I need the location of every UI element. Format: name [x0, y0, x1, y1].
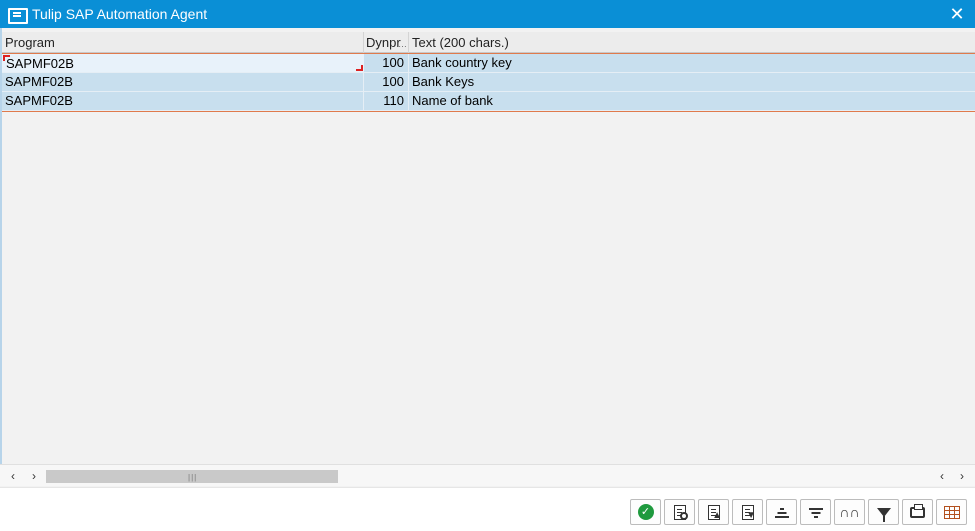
column-header-program[interactable]: Program: [2, 32, 364, 53]
bottom-toolbar: ✓ ▲ ▼ ∩∩: [0, 487, 975, 531]
sort-down-icon: [808, 506, 823, 519]
cell-dynpr[interactable]: 100: [364, 54, 409, 72]
cell-dynpr[interactable]: 110: [364, 92, 409, 110]
printer-icon: [910, 503, 925, 518]
horizontal-scrollbar[interactable]: ‹ › ||| ‹ ›: [0, 464, 975, 486]
arrow-icon: ▲: [712, 510, 722, 521]
column-header-dynpr[interactable]: Dynpr: [364, 32, 409, 53]
scroll-left-icon[interactable]: ‹: [6, 468, 20, 484]
cell-text[interactable]: Name of bank: [409, 92, 975, 110]
column-header-text[interactable]: Text (200 chars.): [409, 32, 975, 53]
table-icon: [943, 505, 960, 519]
scroll-left-icon[interactable]: ‹: [935, 468, 949, 484]
magnifier-icon: [680, 512, 688, 520]
scrollbar-thumb[interactable]: |||: [46, 470, 338, 483]
continue-button[interactable]: ✓: [630, 499, 661, 525]
sort-up-icon: [774, 506, 789, 519]
binoculars-icon: ∩∩: [839, 504, 860, 520]
funnel-icon: [876, 507, 891, 522]
find-button[interactable]: [664, 499, 695, 525]
arrow-icon: ▼: [746, 510, 756, 521]
sort-descending-button[interactable]: ▼: [732, 499, 763, 525]
search-button[interactable]: ∩∩: [834, 499, 865, 525]
close-icon[interactable]: ✕: [947, 3, 967, 25]
sort-down-button[interactable]: [800, 499, 831, 525]
table-row[interactable]: SAPMF02B 100 Bank country key: [2, 54, 975, 73]
sort-up-button[interactable]: [766, 499, 797, 525]
window-icon: [8, 7, 28, 24]
cell-text[interactable]: Bank Keys: [409, 73, 975, 91]
grid-header: Program Dynpr Text (200 chars.): [2, 32, 975, 53]
check-icon: ✓: [637, 504, 654, 520]
grid-rows: SAPMF02B 100 Bank country key SAPMF02B 1…: [2, 54, 975, 112]
scroll-right-icon[interactable]: ›: [955, 468, 969, 484]
print-button[interactable]: [902, 499, 933, 525]
scroll-right-icon[interactable]: ›: [27, 468, 41, 484]
sort-ascending-button[interactable]: ▲: [698, 499, 729, 525]
filter-button[interactable]: [868, 499, 899, 525]
cell-text[interactable]: Bank country key: [409, 54, 975, 72]
layout-button[interactable]: [936, 499, 967, 525]
cell-dynpr[interactable]: 100: [364, 73, 409, 91]
results-grid: Program Dynpr Text (200 chars.) SAPMF02B…: [2, 32, 975, 464]
window-title: Tulip SAP Automation Agent: [32, 6, 208, 22]
grip-icon: |||: [188, 473, 198, 482]
table-row[interactable]: SAPMF02B 110 Name of bank: [2, 92, 975, 111]
cell-program[interactable]: SAPMF02B: [2, 54, 364, 72]
cell-program[interactable]: SAPMF02B: [2, 92, 364, 110]
cell-program[interactable]: SAPMF02B: [2, 73, 364, 91]
table-row[interactable]: SAPMF02B 100 Bank Keys: [2, 73, 975, 92]
title-bar: Tulip SAP Automation Agent ✕: [0, 0, 975, 28]
